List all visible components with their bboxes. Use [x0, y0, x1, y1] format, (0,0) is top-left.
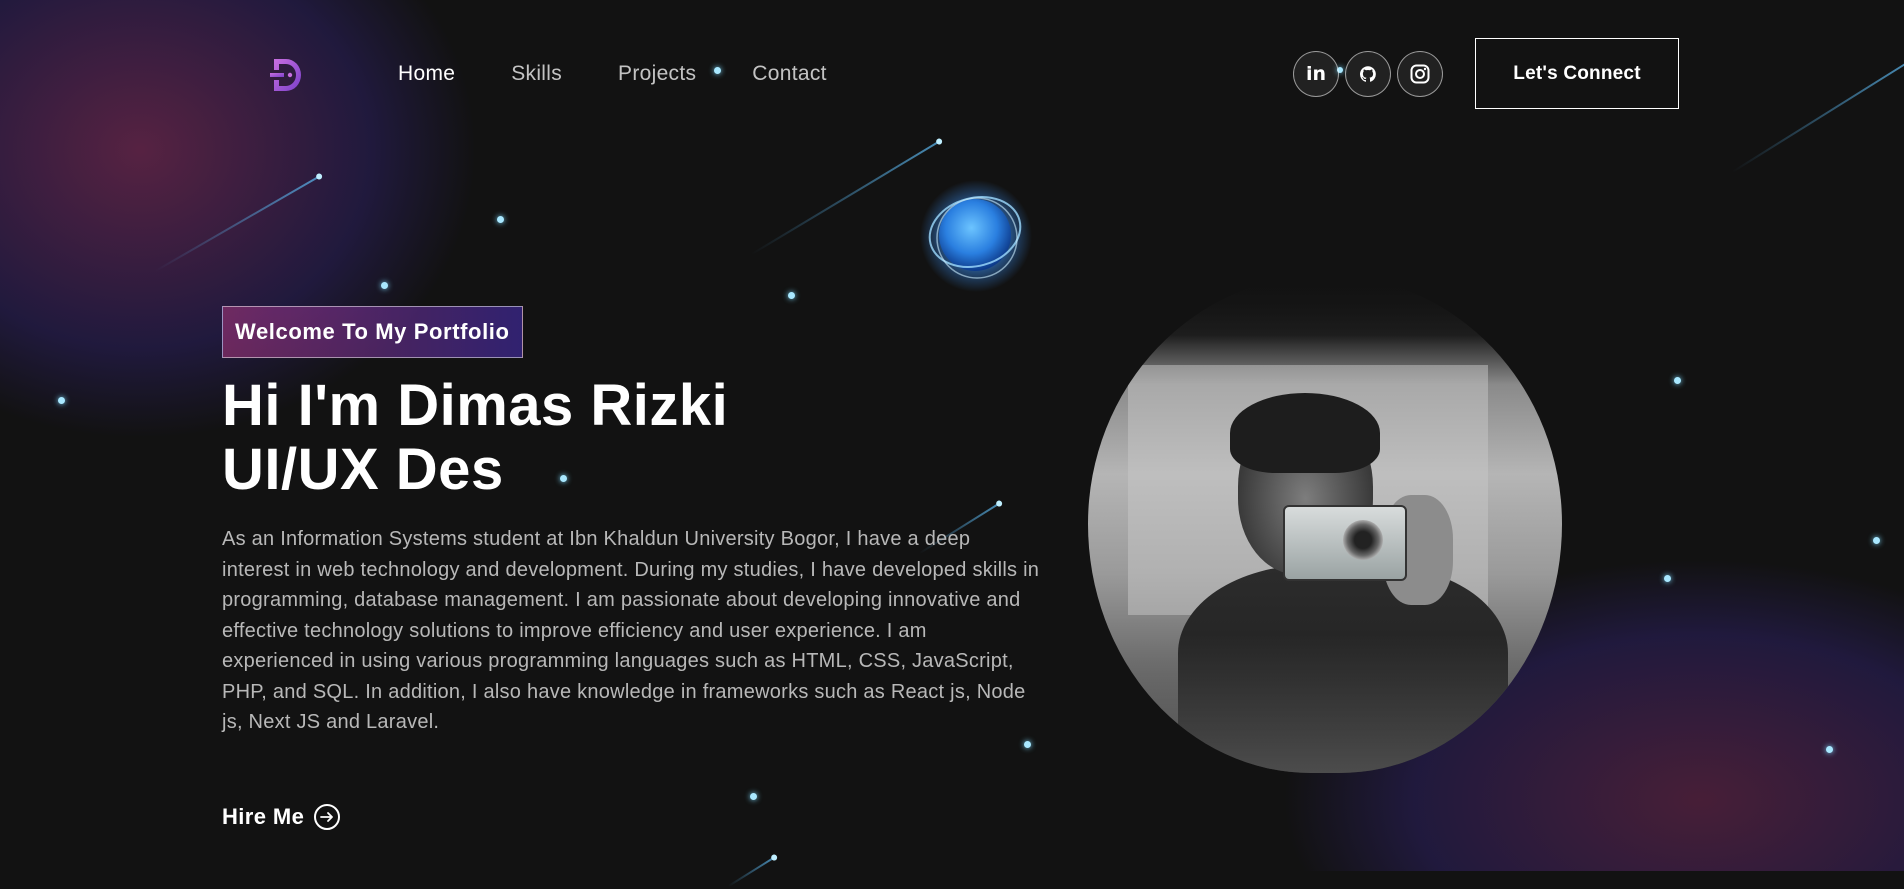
hire-me-label: Hire Me — [222, 804, 305, 829]
welcome-tagline: Welcome To My Portfolio — [222, 306, 523, 358]
social-icons: in — [1293, 51, 1443, 97]
planet-icon — [920, 180, 1032, 292]
linkedin-button[interactable]: in — [1293, 51, 1339, 97]
logo[interactable] — [270, 56, 306, 94]
star — [1664, 575, 1671, 582]
hire-me-button[interactable]: Hire Me — [222, 804, 341, 830]
profile-photo — [1088, 275, 1562, 773]
star — [381, 282, 388, 289]
meteor — [154, 175, 321, 272]
nav-link-skills[interactable]: Skills — [511, 62, 562, 86]
planet-illustration — [920, 180, 1032, 292]
hero-bio: As an Information Systems student at Ibn… — [222, 528, 1040, 733]
linkedin-icon: in — [1305, 63, 1327, 85]
hero-headline: Hi I'm Dimas Rizki UI/UX Des — [222, 374, 728, 502]
arrow-right-circle-icon — [314, 804, 341, 830]
navbar: Home Skills Projects Contact in Let's Co… — [0, 0, 1904, 150]
star — [1873, 537, 1880, 544]
instagram-icon — [1410, 64, 1430, 84]
lets-connect-button[interactable]: Let's Connect — [1475, 38, 1679, 109]
meteor — [750, 140, 941, 256]
nav-link-home[interactable]: Home — [398, 62, 455, 86]
headline-line-2: UI/UX Des — [222, 437, 504, 502]
star — [750, 793, 757, 800]
nav-links: Home Skills Projects Contact — [398, 62, 883, 86]
nav-link-contact[interactable]: Contact — [752, 62, 826, 86]
star — [497, 216, 504, 223]
star — [58, 397, 65, 404]
github-icon — [1360, 66, 1376, 82]
star — [1826, 746, 1833, 753]
star — [788, 292, 795, 299]
github-button[interactable] — [1345, 51, 1391, 97]
nav-link-projects[interactable]: Projects — [618, 62, 696, 86]
headline-line-1: Hi I'm Dimas Rizki — [222, 373, 729, 438]
star — [1024, 741, 1031, 748]
logo-icon — [270, 59, 301, 91]
meteor — [727, 856, 776, 887]
star — [1674, 377, 1681, 384]
instagram-button[interactable] — [1397, 51, 1443, 97]
